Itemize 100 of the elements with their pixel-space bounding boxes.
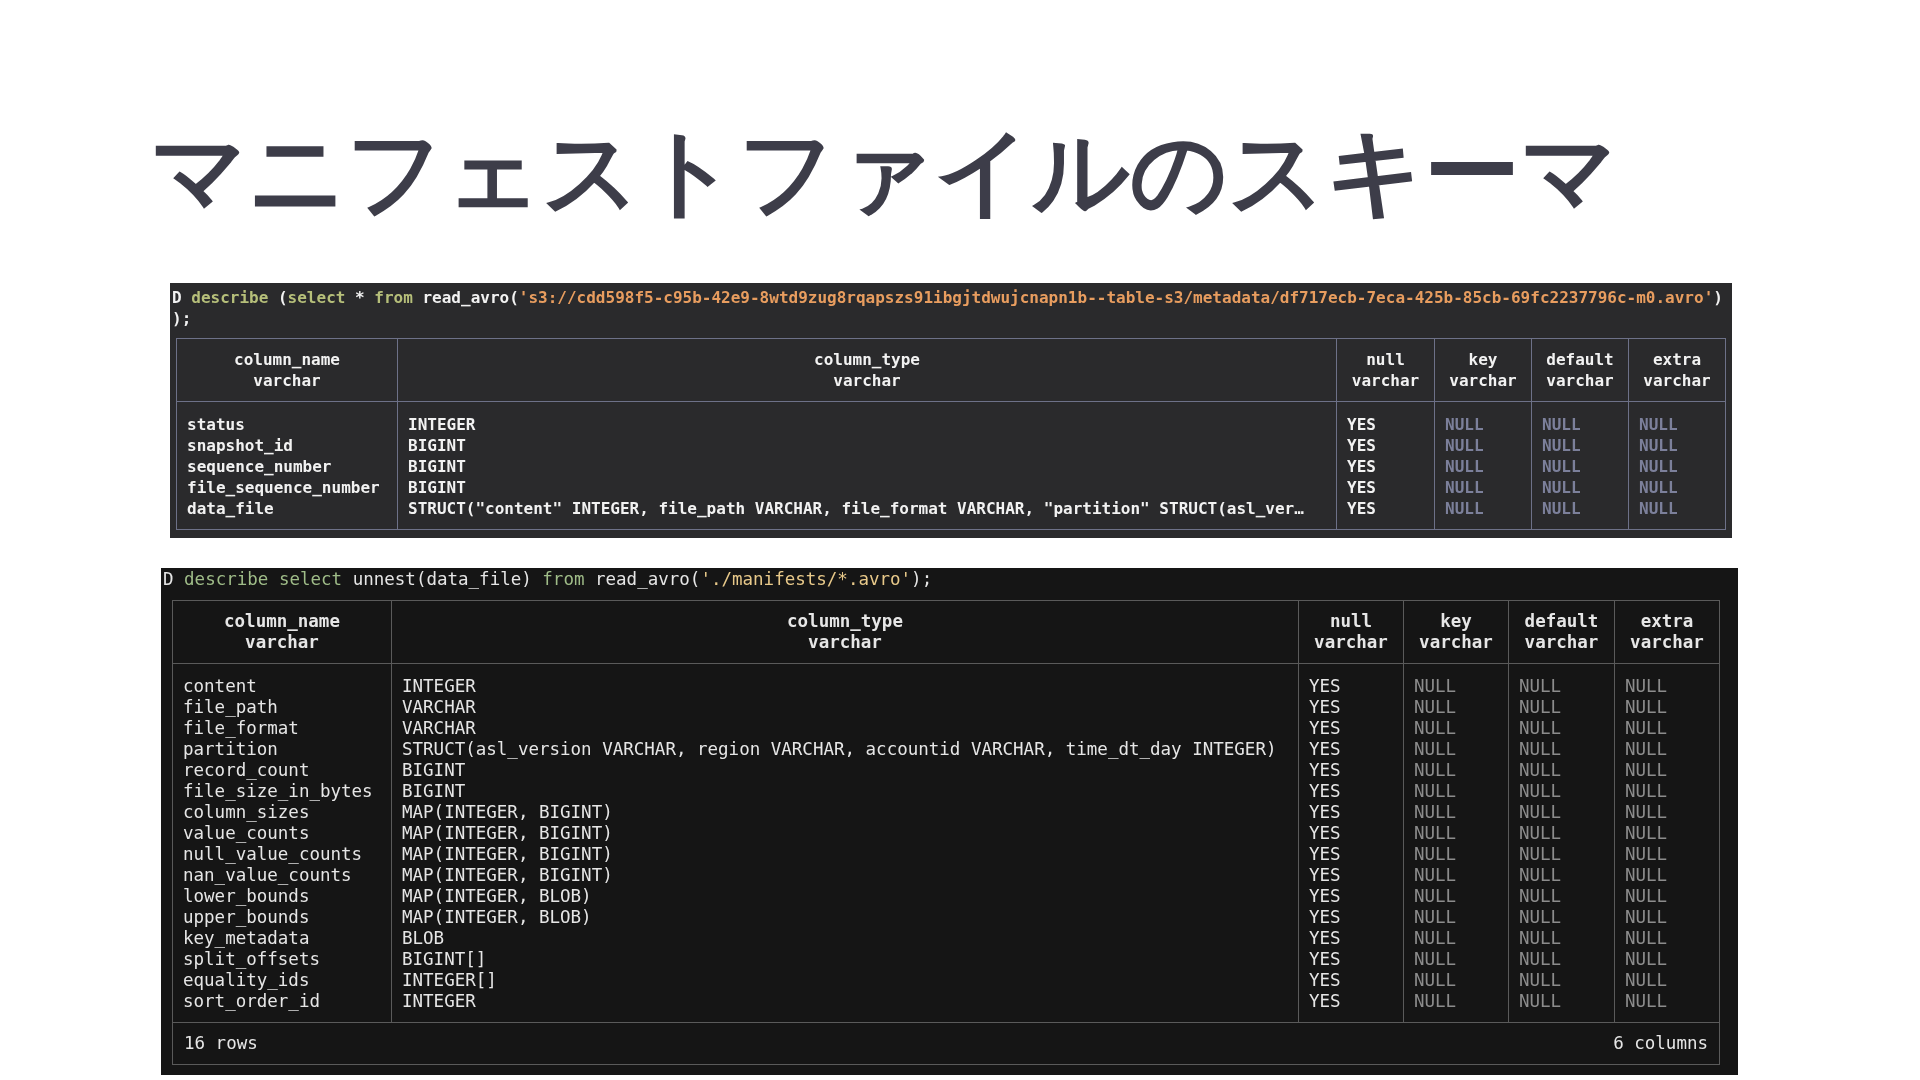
- table-cell: NULL: [1542, 499, 1581, 518]
- table-cell: NULL: [1639, 457, 1678, 476]
- table-cell: YES: [1309, 886, 1341, 906]
- table-cell: NULL: [1625, 844, 1668, 864]
- table-cell: NULL: [1414, 802, 1457, 822]
- table-cell: YES: [1309, 991, 1341, 1011]
- table-cell: YES: [1309, 949, 1341, 969]
- table-cell: YES: [1347, 436, 1376, 455]
- table-cell: NULL: [1414, 823, 1457, 843]
- table-cell: VARCHAR: [402, 718, 476, 738]
- table-cell: NULL: [1519, 823, 1562, 843]
- table-cell: YES: [1309, 907, 1341, 927]
- table-cell: INTEGER: [402, 676, 476, 696]
- table-cell: YES: [1347, 478, 1376, 497]
- table-cell: NULL: [1542, 457, 1581, 476]
- table-cell: YES: [1309, 844, 1341, 864]
- table-cell: YES: [1309, 697, 1341, 717]
- table-cell: BIGINT: [408, 436, 466, 455]
- table-cell: file_path: [183, 697, 278, 717]
- column-header: extra varchar: [1628, 338, 1726, 402]
- table-cell: NULL: [1625, 970, 1668, 990]
- table-cell: INTEGER: [402, 991, 476, 1011]
- table-cell: NULL: [1519, 886, 1562, 906]
- table-cell: YES: [1347, 415, 1376, 434]
- table-cell: NULL: [1639, 478, 1678, 497]
- table-cell: NULL: [1414, 865, 1457, 885]
- table-cell: null_value_counts: [183, 844, 363, 864]
- table-cell: YES: [1309, 823, 1341, 843]
- table-cell: content: [183, 676, 257, 696]
- column-header: key varchar: [1403, 600, 1509, 664]
- table-cell: NULL: [1639, 499, 1678, 518]
- table-cell: split_offsets: [183, 949, 320, 969]
- table-cell: INTEGER: [408, 415, 476, 434]
- table-cell: YES: [1309, 970, 1341, 990]
- table-cell: value_counts: [183, 823, 310, 843]
- table-cell: NULL: [1445, 415, 1484, 434]
- table-cell: data_file: [187, 499, 274, 518]
- table-cell: NULL: [1414, 928, 1457, 948]
- table-cell: NULL: [1519, 676, 1562, 696]
- table-cell: file_sequence_number: [187, 478, 380, 497]
- column-header: key varchar: [1434, 338, 1532, 402]
- table-cell: MAP(INTEGER, BIGINT): [402, 823, 613, 843]
- table-cell: equality_ids: [183, 970, 310, 990]
- table-cell: YES: [1309, 928, 1341, 948]
- table-cell: NULL: [1625, 739, 1668, 759]
- table-cell: NULL: [1519, 928, 1562, 948]
- command-line: D describe select unnest(data_file) from read_avro('./manifests/*.avro');: [162, 569, 933, 590]
- column-header: null varchar: [1336, 338, 1435, 402]
- row-count: 16 rows: [184, 1033, 258, 1054]
- table-cell: NULL: [1542, 436, 1581, 455]
- table-cell: NULL: [1519, 907, 1562, 927]
- table-cell: NULL: [1414, 781, 1457, 801]
- table-cell: NULL: [1414, 676, 1457, 696]
- table-cell: NULL: [1445, 457, 1484, 476]
- table-cell: NULL: [1519, 802, 1562, 822]
- table-cell: NULL: [1519, 760, 1562, 780]
- table-cell: NULL: [1414, 907, 1457, 927]
- table-cell: NULL: [1414, 844, 1457, 864]
- command-line: );: [171, 308, 192, 329]
- table-cell: YES: [1309, 718, 1341, 738]
- table-cell: NULL: [1519, 781, 1562, 801]
- table-cell: YES: [1347, 499, 1376, 518]
- table-cell: NULL: [1625, 802, 1668, 822]
- table-cell: NULL: [1519, 970, 1562, 990]
- table-cell: NULL: [1414, 886, 1457, 906]
- table-cell: NULL: [1625, 697, 1668, 717]
- table-cell: NULL: [1445, 436, 1484, 455]
- command-line: D describe (select * from read_avro('s3://cdd598f5-c95b-42e9-8wtd9zug8rqapszs91ibgjtdwujcnapn1b--table-s3/metadata/df717ecb-7eca-425b-85cb-69fc2237796c-m0.avro'): [171, 287, 1723, 308]
- table-cell: NULL: [1519, 949, 1562, 969]
- column-header: default varchar: [1508, 600, 1615, 664]
- table-cell: NULL: [1625, 886, 1668, 906]
- table-cell: NULL: [1625, 865, 1668, 885]
- table-cell: NULL: [1414, 739, 1457, 759]
- table-cell: BIGINT: [402, 781, 466, 801]
- table-cell: NULL: [1519, 718, 1562, 738]
- table-cell: NULL: [1639, 415, 1678, 434]
- table-cell: YES: [1309, 760, 1341, 780]
- table-cell: NULL: [1625, 676, 1668, 696]
- column-count: 6 columns: [1613, 1033, 1708, 1054]
- table-cell: NULL: [1625, 928, 1668, 948]
- table-cell: STRUCT("content" INTEGER, file_path VARCHAR, file_format VARCHAR, "partition" STRUCT(asl_ver…: [408, 499, 1304, 518]
- table-cell: snapshot_id: [187, 436, 293, 455]
- table-cell: NULL: [1414, 718, 1457, 738]
- column-header: null varchar: [1298, 600, 1404, 664]
- table-cell: upper_bounds: [183, 907, 310, 927]
- table-cell: NULL: [1519, 991, 1562, 1011]
- table-cell: NULL: [1519, 844, 1562, 864]
- table-cell: NULL: [1625, 718, 1668, 738]
- column-header: extra varchar: [1614, 600, 1720, 664]
- table-cell: NULL: [1625, 823, 1668, 843]
- table-cell: MAP(INTEGER, BIGINT): [402, 865, 613, 885]
- table-cell: sequence_number: [187, 457, 332, 476]
- table-cell: sort_order_id: [183, 991, 320, 1011]
- table-cell: NULL: [1414, 760, 1457, 780]
- table-cell: YES: [1309, 802, 1341, 822]
- table-cell: MAP(INTEGER, BLOB): [402, 907, 592, 927]
- table-cell: BIGINT[]: [402, 949, 487, 969]
- table-cell: BIGINT: [408, 457, 466, 476]
- table-cell: YES: [1309, 781, 1341, 801]
- table-cell: status: [187, 415, 245, 434]
